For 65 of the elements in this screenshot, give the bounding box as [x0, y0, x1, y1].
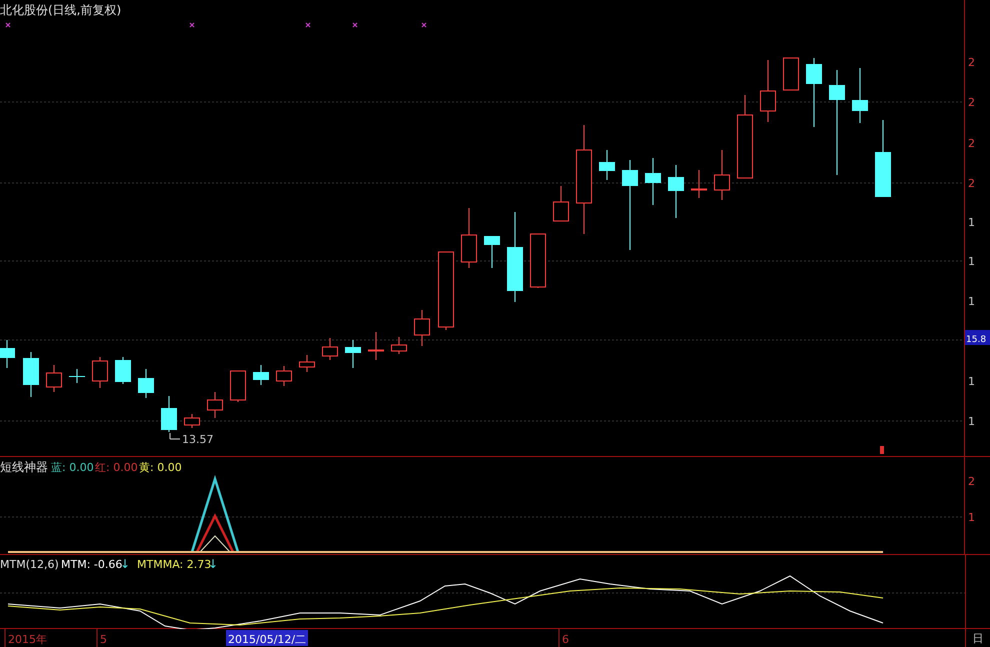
- candlestick: [391, 336, 407, 354]
- candlestick: [184, 414, 200, 428]
- signal-mark-icon: [190, 22, 194, 28]
- candlestick: [806, 58, 822, 128]
- signal-mark-icon: [6, 22, 10, 28]
- indicator-reading: 蓝: 0.00: [51, 461, 94, 474]
- candlestick: [461, 208, 477, 268]
- indicator-reading: 红: 0.00: [95, 461, 138, 474]
- candlestick: [691, 170, 707, 198]
- candlestick: [553, 186, 569, 222]
- candlestick: [484, 236, 500, 268]
- price-tick: 1: [968, 255, 976, 268]
- indicator-reading: MTMMA: 2.73: [137, 558, 212, 571]
- indicator-tick: 1: [968, 511, 976, 524]
- candlestick: [23, 352, 39, 398]
- price-tick: 2: [968, 56, 976, 69]
- candlestick: [161, 396, 177, 432]
- price-tick: 2: [968, 177, 976, 190]
- candlestick: [69, 368, 85, 384]
- cursor-date-text: 2015/05/12/二: [228, 633, 306, 646]
- candlestick: [299, 354, 315, 372]
- date-tick: 6: [562, 633, 569, 646]
- candlestick: [46, 364, 62, 392]
- price-tick: 1: [968, 375, 976, 388]
- signal-mark-icon: [352, 22, 358, 28]
- candlestick: [852, 68, 868, 124]
- date-tick: 5: [100, 633, 107, 646]
- candlestick: [138, 368, 154, 398]
- candlestick: [760, 60, 776, 122]
- price-tick: 1: [968, 415, 976, 428]
- candlestick: [253, 364, 269, 386]
- low-price-label: 13.57: [182, 433, 214, 446]
- indicator-name: MTM(12,6): [0, 558, 59, 571]
- marker-icon: [880, 446, 884, 454]
- low-pointer-icon: [170, 432, 180, 440]
- candlestick: [599, 150, 615, 180]
- price-tick: 1: [968, 295, 976, 308]
- indicator-name: 短线神器: [0, 460, 48, 474]
- price-tick: 1: [968, 216, 976, 229]
- candlestick: [368, 332, 384, 360]
- candlestick: [714, 150, 730, 200]
- indicator-reading: MTM: -0.66: [61, 558, 122, 571]
- candlestick: [668, 164, 684, 218]
- candlestick: [230, 370, 246, 402]
- candlestick: [115, 356, 131, 384]
- period-button[interactable]: 日: [965, 629, 990, 647]
- candlestick: [345, 340, 361, 368]
- candlestick: [414, 310, 430, 346]
- price-tick: 2: [968, 137, 976, 150]
- chart-title: 北化股份(日线,前复权): [0, 3, 122, 17]
- candlestick: [0, 340, 15, 368]
- candlestick: [645, 158, 661, 206]
- indicator-tick: 2: [968, 475, 976, 488]
- candlestick: [207, 392, 223, 418]
- price-tick: 2: [968, 96, 976, 109]
- signal-mark-icon: [422, 22, 426, 28]
- candlestick: [276, 366, 292, 386]
- indicator-reading: 黄: 0.00: [139, 461, 182, 474]
- signal-mark-icon: [306, 22, 310, 28]
- current-price-text: 15.8: [966, 335, 986, 345]
- candlestick: [783, 58, 799, 90]
- candlestick: [322, 338, 338, 360]
- candlestick: [92, 356, 108, 388]
- date-tick: 2015年: [8, 633, 47, 646]
- candlestick: [530, 234, 546, 288]
